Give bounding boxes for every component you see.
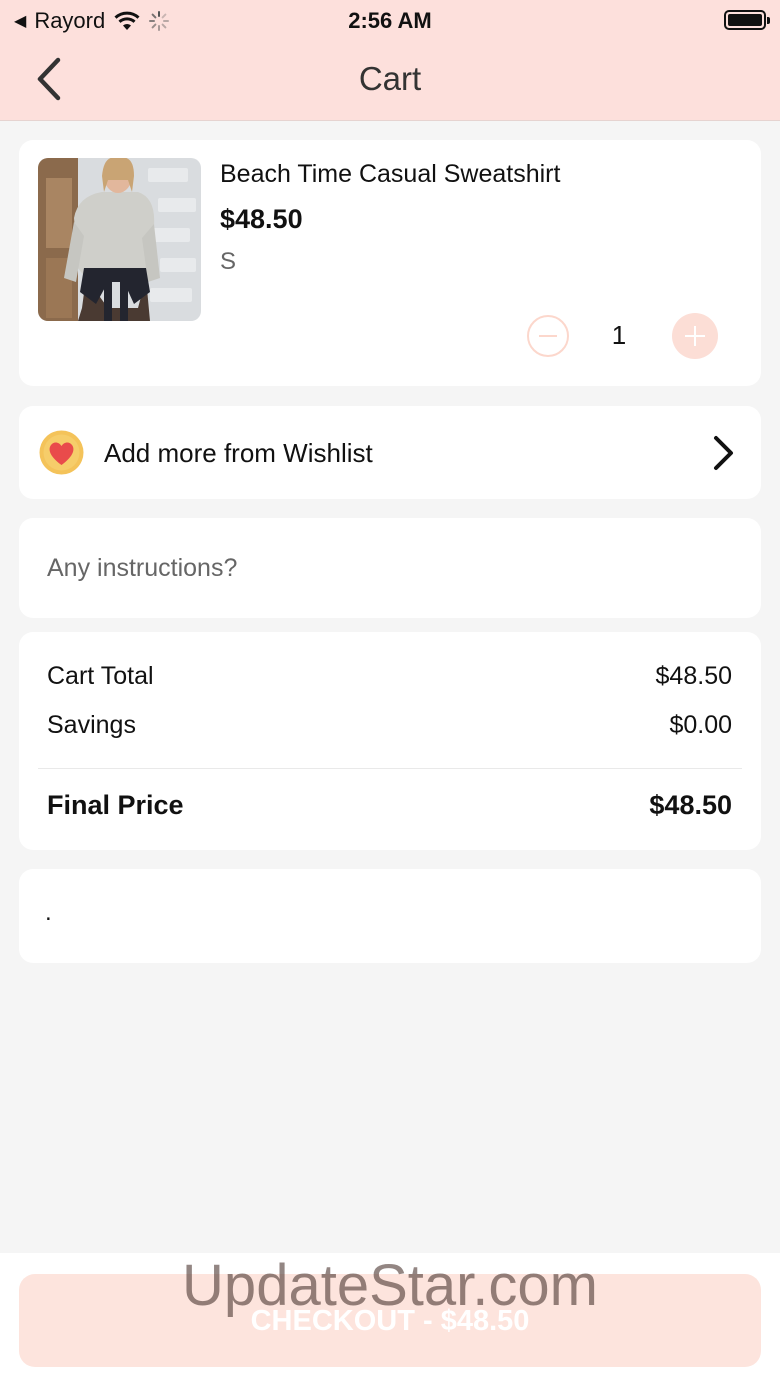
price-summary-card: Cart Total $48.50 Savings $0.00 Final Pr… xyxy=(19,632,761,850)
top-area: ◀ Rayord 2:56 AM Cart xyxy=(0,0,780,121)
cart-total-row: Cart Total $48.50 xyxy=(47,662,732,691)
product-photo xyxy=(38,158,201,321)
page-title: Cart xyxy=(358,60,422,97)
status-bar: ◀ Rayord 2:56 AM xyxy=(0,0,780,40)
savings-label: Savings xyxy=(47,711,136,739)
wishlist-label: Add more from Wishlist xyxy=(104,438,373,468)
quantity-value: 1 xyxy=(611,320,627,350)
status-time: 2:56 AM xyxy=(348,8,432,33)
product-size: S xyxy=(220,248,237,275)
product-price: $48.50 xyxy=(220,204,303,234)
product-image[interactable] xyxy=(38,158,201,321)
chevron-right-icon xyxy=(714,436,733,470)
decrease-quantity-button[interactable] xyxy=(527,315,569,357)
bottom-bar: CHECKOUT - $48.50 xyxy=(0,1253,780,1387)
note-card: . xyxy=(19,869,761,963)
summary-divider xyxy=(38,768,742,769)
note-text: . xyxy=(45,899,52,926)
checkout-button[interactable]: CHECKOUT - $48.50 xyxy=(19,1274,761,1367)
instructions-input[interactable] xyxy=(47,548,727,588)
final-price-row: Final Price $48.50 xyxy=(47,790,732,821)
savings-row: Savings $0.00 xyxy=(47,711,732,740)
heart-badge-icon xyxy=(39,430,84,475)
cart-total-value: $48.50 xyxy=(655,662,732,690)
final-price-label: Final Price xyxy=(47,790,184,820)
increase-quantity-button[interactable] xyxy=(672,313,718,359)
final-price-value: $48.50 xyxy=(649,790,732,820)
nav-bar: Cart xyxy=(0,40,780,120)
cart-item-card: Beach Time Casual Sweatshirt $48.50 S 1 xyxy=(19,140,761,386)
battery-icon xyxy=(724,10,770,30)
instructions-card xyxy=(19,518,761,618)
wishlist-row[interactable]: Add more from Wishlist xyxy=(19,406,761,499)
cart-total-label: Cart Total xyxy=(47,662,154,690)
product-name[interactable]: Beach Time Casual Sweatshirt xyxy=(220,160,560,189)
savings-value: $0.00 xyxy=(669,711,732,739)
